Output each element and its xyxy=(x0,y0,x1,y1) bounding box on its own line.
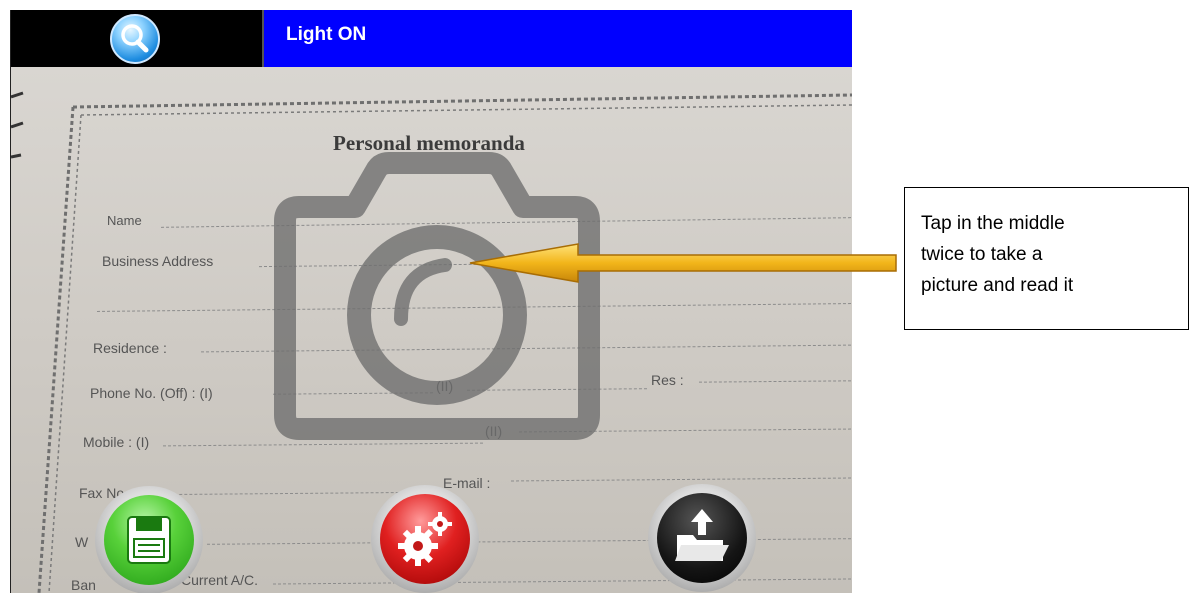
field-label-phone-off: Phone No. (Off) : (I) xyxy=(90,385,213,401)
field-label-mobile: Mobile : (I) xyxy=(83,434,150,450)
instruction-line: Tap in the middle xyxy=(921,213,1065,234)
open-upload-button[interactable] xyxy=(648,484,756,592)
instruction-line: twice to take a xyxy=(921,244,1043,265)
field-label-email: E-mail : xyxy=(443,475,491,491)
search-button[interactable] xyxy=(110,14,160,64)
field-label-residence: Residence : xyxy=(93,340,167,356)
field-label-bank: Ban xyxy=(71,577,96,593)
instruction-line: picture and read it xyxy=(921,275,1074,296)
folder-upload-icon xyxy=(675,509,729,561)
magnifier-icon xyxy=(121,24,149,53)
field-label-res: Res : xyxy=(651,372,684,388)
gears-icon xyxy=(398,512,452,566)
top-bar: Light ON xyxy=(11,10,852,67)
save-button-face xyxy=(104,495,194,585)
instruction-text: Tap in the middle twice to take a pictur… xyxy=(921,208,1181,301)
light-status-label: Light ON xyxy=(286,24,367,45)
camera-viewfinder[interactable]: Personal memoranda Name Business Address… xyxy=(11,67,852,593)
field-label-name: Name xyxy=(107,213,142,228)
instruction-callout: Tap in the middle twice to take a pictur… xyxy=(904,187,1189,330)
camera-icon[interactable] xyxy=(259,147,609,447)
light-toggle-bar[interactable]: Light ON xyxy=(264,10,852,67)
open-upload-button-face xyxy=(657,493,747,583)
camera-reader-app: Light ON Personal memoranda Name Busines… xyxy=(10,10,852,593)
field-label-w: W xyxy=(75,534,89,550)
pointer-arrow xyxy=(469,243,897,283)
settings-button-face xyxy=(380,494,470,584)
settings-button[interactable] xyxy=(371,485,479,593)
floppy-disk-icon xyxy=(127,516,171,564)
save-button[interactable] xyxy=(95,486,203,593)
search-area xyxy=(11,10,264,67)
field-label-business-address: Business Address xyxy=(102,253,214,269)
